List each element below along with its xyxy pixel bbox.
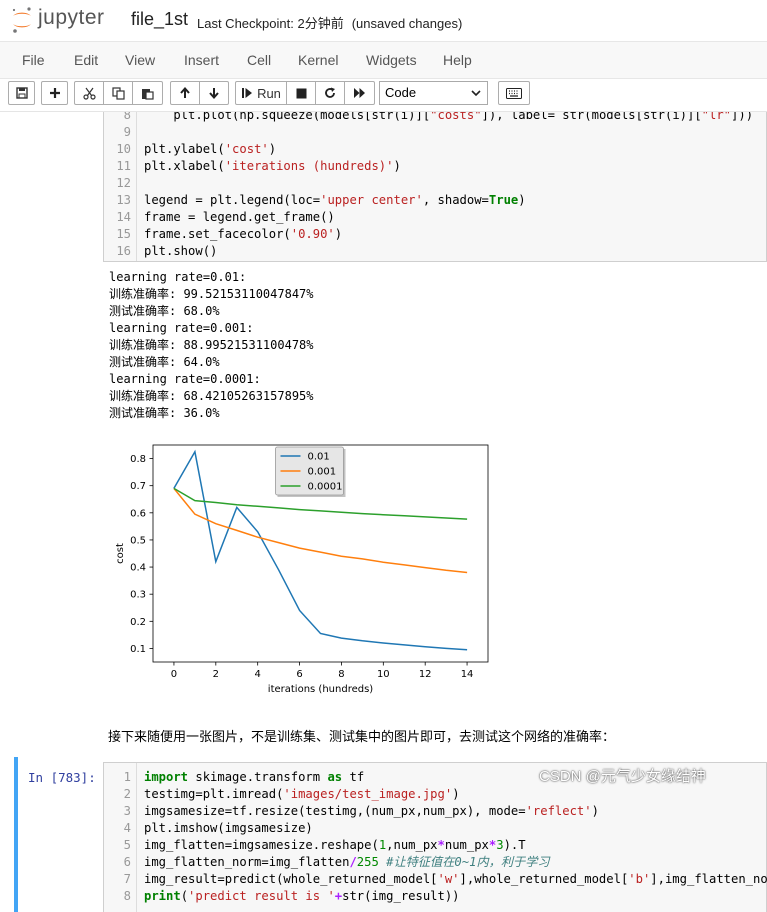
menu-cell[interactable]: Cell — [247, 52, 271, 68]
jupyter-logo-text[interactable]: jupyter — [38, 6, 105, 30]
toolbar: Run Code — [0, 79, 767, 111]
code-cell-1-editor[interactable]: 8 plt.plot(np.squeeze(models[str(i)]["co… — [103, 111, 767, 262]
copy-button[interactable] — [103, 81, 133, 105]
y-axis-label: cost — [115, 543, 126, 564]
output-line: 训练准确率: 68.42105263157895% — [109, 389, 314, 403]
code-line: 8 print('predict result is '+str(img_resu… — [123, 889, 460, 903]
insert-cell-button[interactable] — [41, 81, 68, 105]
code-line: 13 legend = plt.legend(loc='upper center'… — [116, 193, 526, 207]
menu-bar: File Edit View Insert Cell Kernel Widget… — [0, 41, 767, 79]
move-down-button[interactable] — [199, 81, 229, 105]
notebook-name[interactable]: file_1st — [131, 9, 188, 30]
csdn-watermark: CSDN @元气少女缘结神 — [539, 768, 706, 785]
code-line: 9 — [123, 125, 131, 139]
output-line: 训练准确率: 99.52153110047847% — [109, 287, 314, 301]
copy-icon — [111, 86, 125, 100]
checkpoint-label: Last Checkpoint: — [197, 16, 294, 31]
output-line: learning rate=0.01: — [109, 270, 247, 284]
save-button[interactable] — [8, 81, 35, 105]
code-line: 3 imgsamesize=tf.resize(testimg,(num_px,n… — [123, 804, 599, 818]
paste-button[interactable] — [132, 81, 163, 105]
menu-file[interactable]: File — [22, 52, 45, 68]
run-button[interactable]: Run — [235, 81, 287, 105]
code-line: 10 plt.ylabel('cost') — [116, 142, 277, 156]
markdown-cell-text: 接下来随便用一张图片，不是训练集、测试集中的图片即可，去测试这个网络的准确率： — [108, 729, 616, 744]
output-line: 测试准确率: 68.0% — [109, 304, 220, 318]
stop-icon — [296, 88, 306, 98]
run-label: Run — [257, 85, 281, 101]
code-line: 2 testimg=plt.imread('images/test_image.j… — [123, 787, 460, 801]
menu-help[interactable]: Help — [443, 52, 472, 68]
output-line: learning rate=0.0001: — [109, 372, 261, 386]
code-line: 7 img_result=predict(whole_returned_model… — [123, 872, 767, 886]
save-status: (unsaved changes) — [351, 16, 463, 31]
y-tick-label: 0.8 — [130, 454, 146, 465]
x-axis-label: iterations (hundreds) — [268, 684, 373, 695]
run-icon — [242, 88, 253, 98]
output-line: 测试准确率: 64.0% — [109, 355, 220, 369]
move-up-button[interactable] — [170, 81, 200, 105]
cost-line-chart: 0 2 4 6 8 10 12 14 0.1 0.2 0.3 0.4 0.5 0.6 0.7 0.8 itera… — [115, 444, 489, 695]
code-line: 8 plt.plot(np.squeeze(models[str(i)]["co… — [123, 111, 754, 122]
y-tick-label: 0.5 — [130, 535, 146, 546]
selected-cell-indicator — [14, 757, 18, 912]
x-tick-label: 4 — [255, 669, 261, 680]
output-line: 训练准确率: 88.99521531100478% — [109, 338, 314, 352]
code-line: 14 frame = legend.get_frame() — [116, 210, 335, 224]
interrupt-button[interactable] — [286, 81, 316, 105]
y-tick-label: 0.4 — [130, 563, 146, 574]
menu-widgets[interactable]: Widgets — [366, 52, 417, 68]
menu-kernel[interactable]: Kernel — [298, 52, 338, 68]
y-tick-label: 0.3 — [130, 590, 146, 601]
chevron-down-icon — [471, 90, 481, 97]
cell-type-value: Code — [385, 85, 417, 100]
output-line: learning rate=0.001: — [109, 321, 254, 335]
checkpoint-status: Last Checkpoint: 2分钟前 (unsaved changes) — [197, 13, 462, 32]
notebook-area[interactable]: 8 plt.plot(np.squeeze(models[str(i)]["co… — [0, 111, 767, 912]
notebook-header: jupyter file_1st Last Checkpoint: 2分钟前 (u… — [0, 0, 767, 41]
restart-button[interactable] — [315, 81, 345, 105]
code-line: 6 img_flatten_norm=img_flatten/255 #让特征值在… — [123, 855, 550, 869]
checkpoint-time: 2分钟前 — [297, 16, 344, 31]
legend-label: 0.001 — [308, 467, 337, 478]
keyboard-icon — [506, 87, 522, 99]
x-tick-label: 6 — [296, 669, 302, 680]
output-line: 测试准确率: 36.0% — [109, 406, 220, 420]
input-prompt: In [783]: — [28, 770, 96, 785]
code-line: 4 plt.imshow(imgsamesize) — [123, 821, 313, 835]
cut-button[interactable] — [74, 81, 104, 105]
arrow-down-icon — [209, 88, 219, 99]
y-tick-label: 0.1 — [130, 644, 146, 655]
x-tick-label: 14 — [461, 669, 474, 680]
code-line: 16 plt.show() — [116, 244, 218, 258]
legend-label: 0.01 — [308, 452, 330, 463]
paste-icon — [142, 88, 154, 100]
code-line: 15 frame.set_facecolor('0.90') — [116, 227, 343, 241]
y-tick-label: 0.2 — [130, 617, 146, 628]
jupyter-logo-icon — [12, 7, 31, 33]
fast-forward-icon — [354, 88, 365, 98]
x-tick-label: 8 — [338, 669, 344, 680]
y-tick-label: 0.6 — [130, 508, 146, 519]
cut-icon — [82, 87, 96, 100]
code-line: 11 plt.xlabel('iterations (hundreds)') — [116, 159, 401, 173]
plus-icon — [49, 88, 60, 98]
restart-icon — [325, 87, 335, 98]
arrow-up-icon — [180, 87, 190, 98]
menu-edit[interactable]: Edit — [74, 52, 98, 68]
x-tick-label: 12 — [419, 669, 432, 680]
menu-insert[interactable]: Insert — [184, 52, 219, 68]
x-tick-label: 0 — [171, 669, 177, 680]
menu-view[interactable]: View — [125, 52, 155, 68]
x-tick-label: 2 — [213, 669, 219, 680]
y-tick-label: 0.7 — [130, 481, 146, 492]
command-palette-button[interactable] — [498, 81, 530, 105]
restart-run-all-button[interactable] — [344, 81, 375, 105]
code-line: 12 — [116, 176, 131, 190]
legend-label: 0.0001 — [308, 482, 343, 493]
x-tick-label: 10 — [377, 669, 390, 680]
code-line: 5 img_flatten=imgsamesize.reshape(1,num_p… — [123, 838, 526, 852]
cell-type-select[interactable]: Code — [379, 81, 488, 105]
save-icon — [15, 87, 28, 99]
